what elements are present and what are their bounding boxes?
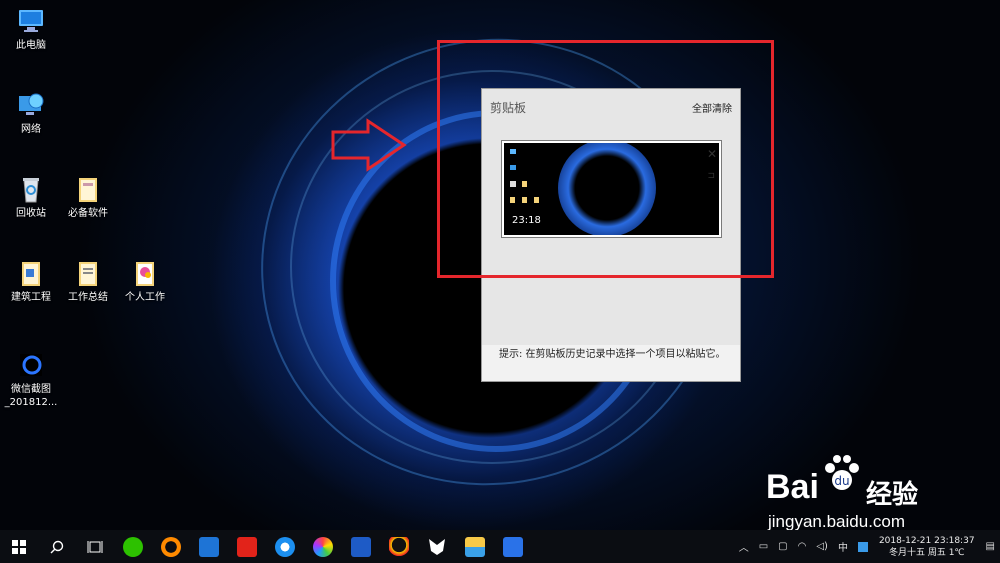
taskbar-app-edge[interactable] (266, 530, 304, 563)
taskbar-app-wechat[interactable] (114, 530, 152, 563)
volume-icon[interactable]: ◁) (816, 541, 828, 552)
taskbar-app-blue-grid[interactable] (190, 530, 228, 563)
taskbar-app-orange[interactable] (152, 530, 190, 563)
watermark-brand: Bai (766, 468, 819, 506)
system-tray: ︿ ▭ ▢ ◠ ◁) 中 2018-12-21 23:18:37 冬月十五 周五… (734, 530, 1000, 563)
file-explorer-icon (465, 536, 485, 557)
recycle-bin-icon (16, 174, 46, 204)
display-icon[interactable]: ▢ (778, 541, 787, 552)
taskbar: ︿ ▭ ▢ ◠ ◁) 中 2018-12-21 23:18:37 冬月十五 周五… (0, 530, 1000, 563)
user-icon[interactable] (857, 541, 868, 552)
folder-icon (16, 258, 46, 288)
desktop-icon-folder-summary[interactable]: 工作总结 (57, 258, 119, 304)
desktop-icon-this-pc[interactable]: 此电脑 (0, 6, 62, 52)
desktop-icon-label: 必备软件 (68, 208, 108, 219)
taskbar-file-explorer[interactable] (456, 530, 494, 563)
task-view-icon (87, 540, 103, 553)
folder-icon (73, 174, 103, 204)
windows-logo-icon (12, 539, 26, 554)
watermark-brand-2: 经验 (866, 479, 919, 509)
desktop-icon-label: 网络 (21, 124, 41, 135)
desktop-icon-label: 建筑工程 (11, 292, 51, 303)
taskbar-app-color-wheel[interactable] (304, 530, 342, 563)
wechat-icon (123, 536, 143, 557)
chevron-up-icon[interactable]: ︿ (739, 539, 749, 554)
paw-logo-icon: du (825, 455, 859, 490)
clipboard-tip: 提示: 在剪贴板历史记录中选择一个项目以粘贴它。 (482, 345, 740, 381)
search-icon (50, 540, 64, 553)
annotation-arrow-icon (331, 118, 407, 172)
desktop-icon-folder-personal[interactable]: 个人工作 (114, 258, 176, 304)
svg-text:du: du (834, 474, 849, 488)
app-ring-icon (161, 536, 181, 557)
clock-lunar-weather: 冬月十五 周五 1℃ (888, 547, 965, 558)
battery-icon[interactable]: ▭ (759, 541, 768, 552)
taskbar-app-wps[interactable] (494, 530, 532, 563)
image-file-icon (16, 350, 46, 380)
desktop-icon-label: 回收站 (16, 208, 46, 219)
edge-icon (275, 536, 295, 557)
app-red-icon (237, 536, 257, 557)
clock[interactable]: 2018-12-21 23:18:37 冬月十五 周五 1℃ (879, 535, 975, 559)
task-view-button[interactable] (76, 530, 114, 563)
desktop-icon-folder-construction[interactable]: 建筑工程 (0, 258, 62, 304)
app-grid-icon (199, 536, 219, 557)
taskbar-app-fox[interactable] (418, 530, 456, 563)
annotation-highlight-box (437, 40, 774, 278)
start-button[interactable] (0, 530, 38, 563)
taskbar-app-grid-tool[interactable] (342, 530, 380, 563)
clock-datetime: 2018-12-21 23:18:37 (878, 535, 975, 546)
desktop-icon-label: 此电脑 (16, 40, 46, 51)
desktop-icon-label: 工作总结 (68, 292, 108, 303)
folder-icon (130, 258, 160, 288)
desktop-icon-folder-software[interactable]: 必备软件 (57, 174, 119, 220)
notification-center-icon[interactable]: ▤ (986, 541, 995, 552)
watermark-url: jingyan.baidu.com (768, 512, 906, 530)
app-tool-icon (351, 536, 371, 557)
qq-icon (389, 536, 409, 557)
wps-icon (503, 536, 523, 557)
desktop-icon-label: 个人工作 (125, 292, 165, 303)
desktop-icon-screenshot-file[interactable]: 微信截图_201812... (0, 350, 62, 409)
taskbar-app-qq[interactable] (380, 530, 418, 563)
desktop: 此电脑 网络 回收站 必备软件 建筑工程 工作总结 个人工作 微信截图_2018… (0, 0, 1000, 530)
taskbar-app-red[interactable] (228, 530, 266, 563)
search-button[interactable] (38, 530, 76, 563)
desktop-icon-recycle-bin[interactable]: 回收站 (0, 174, 62, 220)
wifi-icon[interactable]: ◠ (798, 541, 807, 552)
network-icon (16, 90, 46, 120)
app-fox-icon (429, 538, 445, 555)
color-wheel-icon (313, 536, 333, 557)
folder-icon (73, 258, 103, 288)
computer-icon (16, 6, 46, 36)
desktop-icon-label: 微信截图_201812... (4, 384, 58, 408)
desktop-icon-network[interactable]: 网络 (0, 90, 62, 136)
input-method-indicator[interactable]: 中 (838, 539, 848, 554)
